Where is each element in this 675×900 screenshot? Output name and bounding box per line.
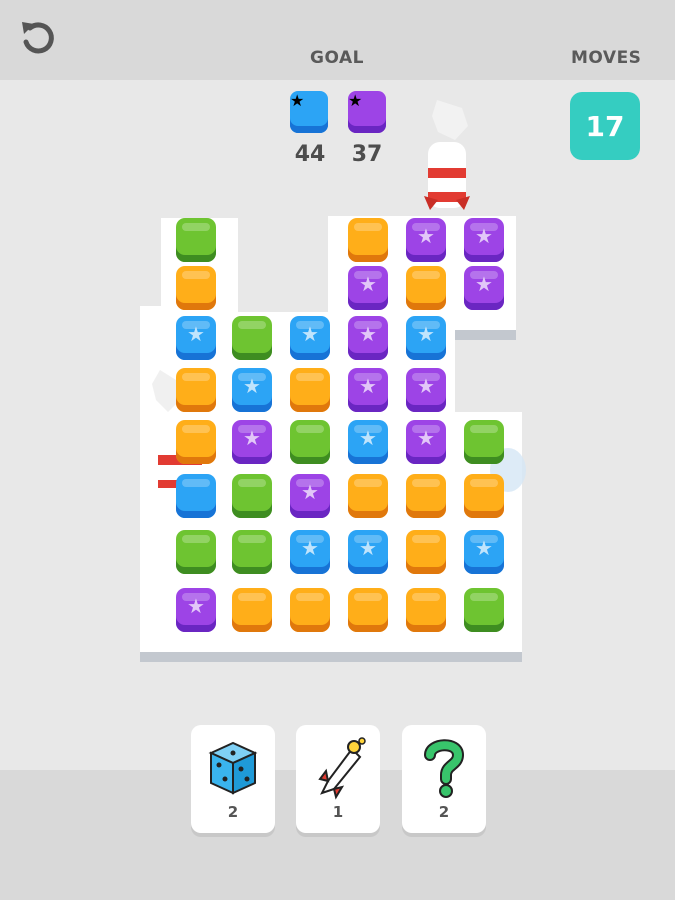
purple-star-tile[interactable]: ★	[406, 218, 446, 262]
orange-tile[interactable]	[290, 588, 330, 632]
star-icon: ★	[417, 374, 435, 398]
orange-tile[interactable]	[406, 266, 446, 310]
goal-blue-star-tile: ★	[290, 91, 328, 133]
blue-star-tile[interactable]: ★	[176, 316, 216, 360]
green-tile[interactable]	[290, 420, 330, 464]
hint-count: 2	[438, 803, 450, 821]
orange-tile[interactable]	[176, 368, 216, 412]
star-icon: ★	[359, 426, 377, 450]
blue-star-tile[interactable]: ★	[232, 368, 272, 412]
rocket-icon	[318, 737, 366, 800]
purple-star-tile[interactable]: ★	[406, 420, 446, 464]
orange-tile[interactable]	[406, 588, 446, 632]
star-icon: ★	[243, 426, 261, 450]
top-bar	[0, 0, 675, 80]
purple-star-tile[interactable]: ★	[406, 368, 446, 412]
question-mark-icon	[424, 739, 465, 798]
star-icon: ★	[359, 374, 377, 398]
green-tile[interactable]	[232, 474, 272, 518]
star-icon: ★	[243, 374, 261, 398]
orange-tile[interactable]	[464, 474, 504, 518]
green-tile[interactable]	[232, 316, 272, 360]
orange-tile[interactable]	[348, 474, 388, 518]
blue-tile[interactable]	[176, 474, 216, 518]
green-tile[interactable]	[464, 588, 504, 632]
goal-purple-count: 37	[351, 142, 383, 167]
blue-star-tile[interactable]: ★	[290, 530, 330, 574]
dice-count: 2	[227, 803, 239, 821]
orange-tile[interactable]	[348, 588, 388, 632]
star-icon: ★	[475, 536, 493, 560]
hint-powerup-button[interactable]: 2	[402, 725, 486, 833]
dice-powerup-button[interactable]: 2	[191, 725, 275, 833]
orange-tile[interactable]	[176, 420, 216, 464]
star-icon: ★	[475, 272, 493, 296]
blue-star-tile[interactable]: ★	[464, 530, 504, 574]
undo-arrow-icon[interactable]	[14, 14, 60, 60]
rocket-icon	[424, 100, 470, 210]
moves-label: MOVES	[571, 48, 642, 68]
star-icon: ★	[475, 224, 493, 248]
green-tile[interactable]	[176, 530, 216, 574]
blue-star-tile[interactable]: ★	[406, 316, 446, 360]
star-icon: ★	[301, 480, 319, 504]
dice-icon	[208, 741, 258, 795]
blue-star-tile[interactable]: ★	[348, 420, 388, 464]
star-icon: ★	[301, 536, 319, 560]
goal-blue-count: 44	[294, 142, 326, 167]
orange-tile[interactable]	[176, 266, 216, 310]
green-tile[interactable]	[464, 420, 504, 464]
rocket-powerup-button[interactable]: 1	[296, 725, 380, 833]
goal-label: GOAL	[310, 48, 364, 68]
star-icon: ★	[359, 322, 377, 346]
green-tile[interactable]	[176, 218, 216, 262]
purple-star-tile[interactable]: ★	[176, 588, 216, 632]
blue-star-tile[interactable]: ★	[290, 316, 330, 360]
green-tile[interactable]	[232, 530, 272, 574]
purple-star-tile[interactable]: ★	[290, 474, 330, 518]
purple-star-tile[interactable]: ★	[232, 420, 272, 464]
orange-tile[interactable]	[406, 530, 446, 574]
star-icon: ★	[417, 322, 435, 346]
star-icon: ★	[359, 272, 377, 296]
star-icon: ★	[417, 426, 435, 450]
orange-tile[interactable]	[348, 218, 388, 262]
goal-purple-star-tile: ★	[348, 91, 386, 133]
blue-star-tile[interactable]: ★	[348, 530, 388, 574]
purple-star-tile[interactable]: ★	[348, 316, 388, 360]
star-icon: ★	[417, 224, 435, 248]
star-icon: ★	[187, 594, 205, 618]
rocket-count: 1	[332, 803, 344, 821]
orange-tile[interactable]	[232, 588, 272, 632]
star-icon: ★	[187, 322, 205, 346]
orange-tile[interactable]	[406, 474, 446, 518]
purple-star-tile[interactable]: ★	[348, 368, 388, 412]
orange-tile[interactable]	[290, 368, 330, 412]
purple-star-tile[interactable]: ★	[348, 266, 388, 310]
star-icon: ★	[301, 322, 319, 346]
purple-star-tile[interactable]: ★	[464, 218, 504, 262]
moves-counter: 17	[570, 92, 640, 160]
star-icon: ★	[359, 536, 377, 560]
purple-star-tile[interactable]: ★	[464, 266, 504, 310]
